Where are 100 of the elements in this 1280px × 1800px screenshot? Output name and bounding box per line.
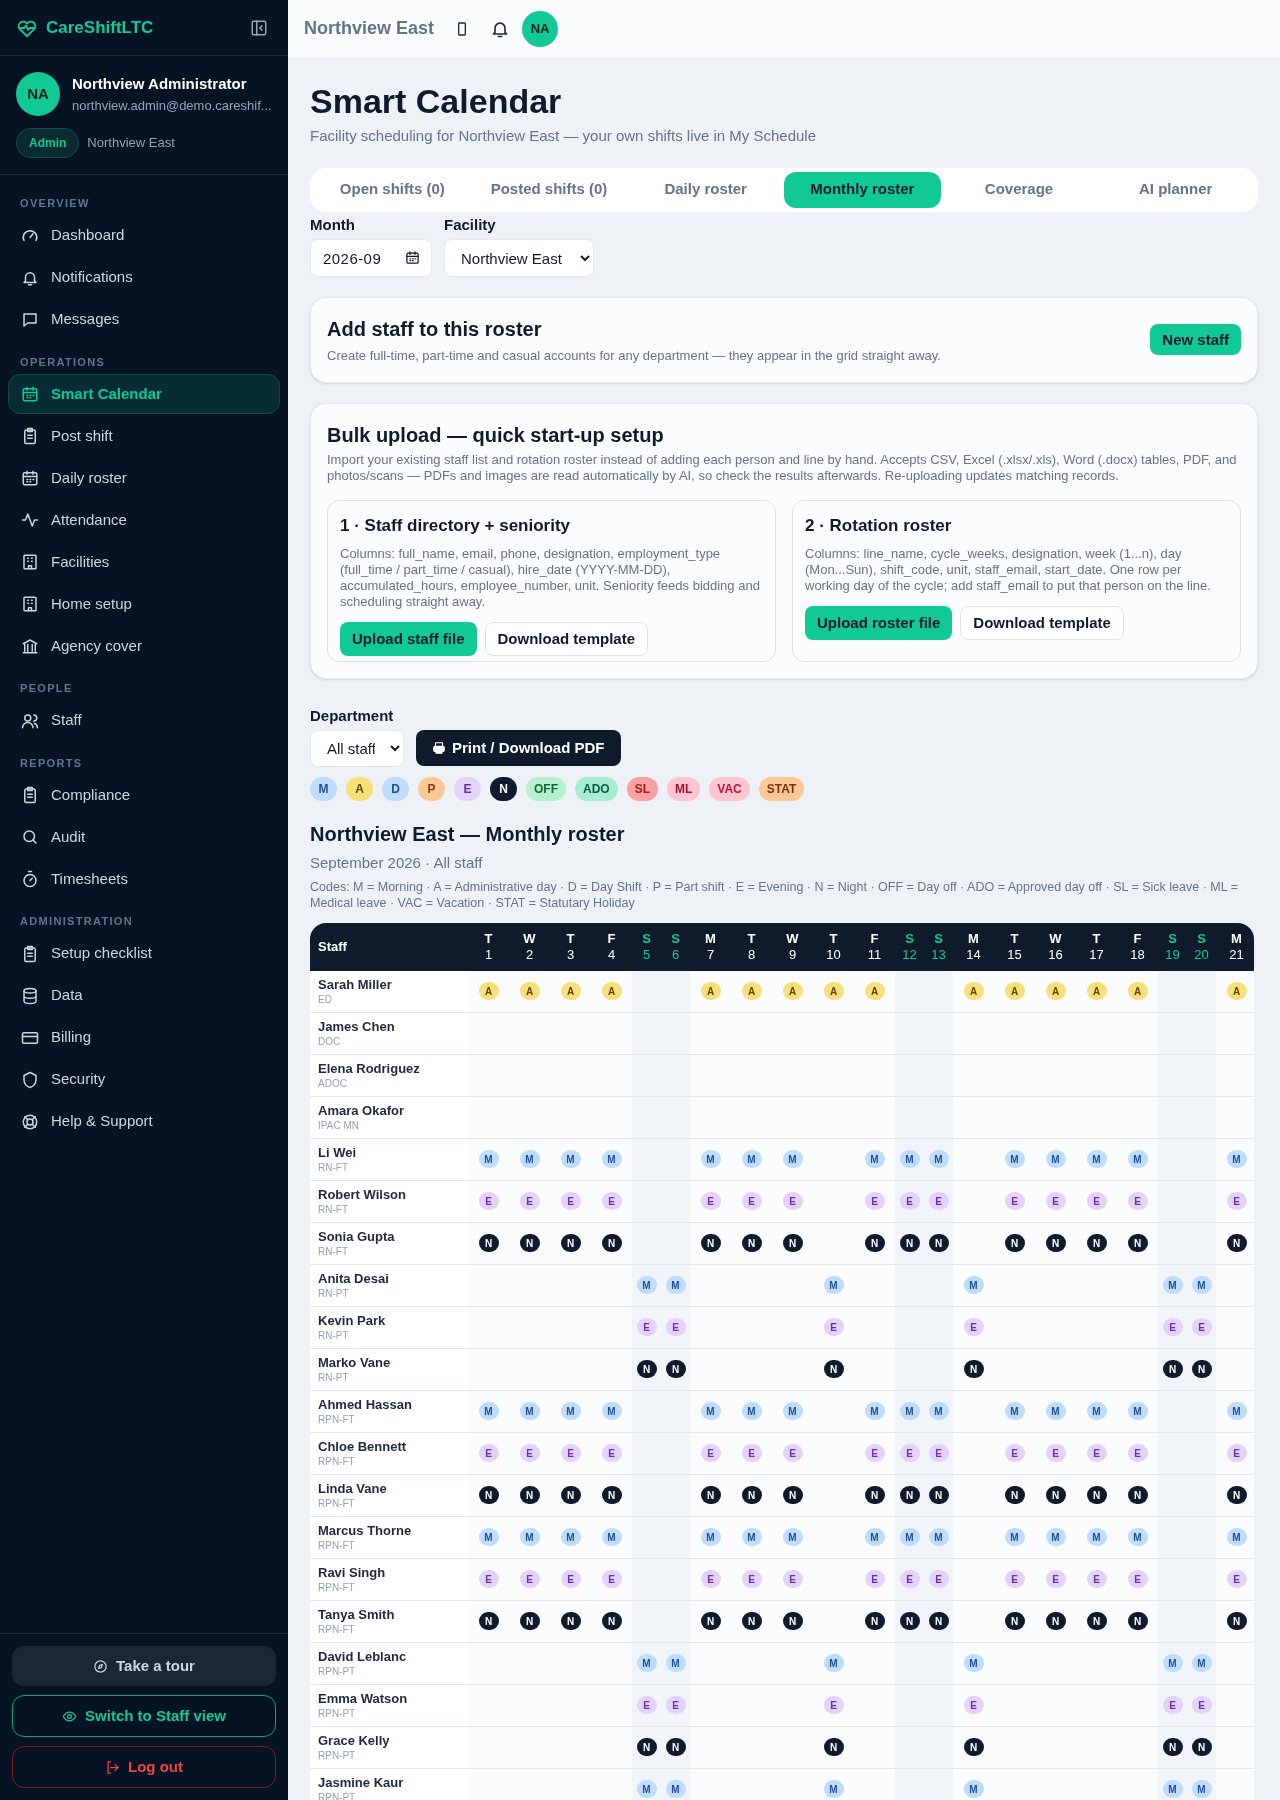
shift-badge[interactable]: E bbox=[928, 1444, 949, 1462]
shift-badge[interactable]: N bbox=[741, 1612, 762, 1630]
shift-badge[interactable]: M bbox=[700, 1402, 721, 1420]
shift-badge[interactable]: N bbox=[782, 1486, 803, 1504]
upload-button[interactable]: Upload staff file bbox=[340, 622, 477, 656]
shift-badge[interactable]: A bbox=[864, 982, 885, 1000]
print-button[interactable]: Print / Download PDF bbox=[416, 730, 621, 766]
shift-badge[interactable]: E bbox=[864, 1444, 885, 1462]
nav-item[interactable]: Home setup bbox=[8, 584, 280, 624]
shift-badge[interactable]: N bbox=[1226, 1612, 1247, 1630]
shift-badge[interactable]: E bbox=[560, 1444, 581, 1462]
shift-badge[interactable]: M bbox=[782, 1528, 803, 1546]
shift-badge[interactable]: E bbox=[1191, 1318, 1212, 1336]
shift-badge[interactable]: M bbox=[823, 1276, 844, 1294]
shift-badge[interactable]: N bbox=[823, 1738, 844, 1756]
shift-badge[interactable]: N bbox=[928, 1486, 949, 1504]
tab[interactable]: Daily roster bbox=[627, 171, 784, 208]
shift-badge[interactable]: E bbox=[1004, 1570, 1025, 1588]
shift-badge[interactable]: E bbox=[864, 1192, 885, 1210]
shift-badge[interactable]: N bbox=[519, 1612, 540, 1630]
shift-badge[interactable]: N bbox=[1127, 1486, 1148, 1504]
shift-badge[interactable]: A bbox=[519, 982, 540, 1000]
shift-badge[interactable]: M bbox=[928, 1402, 949, 1420]
shift-badge[interactable]: E bbox=[1226, 1192, 1247, 1210]
shift-badge[interactable]: A bbox=[700, 982, 721, 1000]
shift-badge[interactable]: N bbox=[1045, 1612, 1066, 1630]
sidebar-toggle-icon[interactable] bbox=[250, 18, 268, 37]
shift-badge[interactable]: M bbox=[1191, 1654, 1212, 1672]
shift-badge[interactable]: E bbox=[782, 1570, 803, 1588]
shift-badge[interactable]: N bbox=[1045, 1486, 1066, 1504]
legend-chip[interactable]: ADO bbox=[575, 777, 618, 801]
shift-badge[interactable]: M bbox=[1162, 1654, 1183, 1672]
logout-button[interactable]: Log out bbox=[12, 1746, 276, 1788]
shift-badge[interactable]: M bbox=[963, 1654, 984, 1672]
shift-badge[interactable]: N bbox=[823, 1360, 844, 1378]
shift-badge[interactable]: N bbox=[963, 1738, 984, 1756]
shift-badge[interactable]: N bbox=[864, 1486, 885, 1504]
nav-item[interactable]: Timesheets bbox=[8, 859, 280, 899]
shift-badge[interactable]: N bbox=[1127, 1234, 1148, 1252]
shift-badge[interactable]: N bbox=[560, 1234, 581, 1252]
shift-badge[interactable]: M bbox=[1086, 1402, 1107, 1420]
shift-badge[interactable]: N bbox=[601, 1486, 622, 1504]
legend-chip[interactable]: VAC bbox=[709, 777, 750, 801]
shift-badge[interactable]: N bbox=[519, 1234, 540, 1252]
shift-badge[interactable]: M bbox=[560, 1150, 581, 1168]
shift-badge[interactable]: A bbox=[1086, 982, 1107, 1000]
shift-badge[interactable]: E bbox=[823, 1318, 844, 1336]
shift-badge[interactable]: M bbox=[700, 1528, 721, 1546]
shift-badge[interactable]: A bbox=[1127, 982, 1148, 1000]
shift-badge[interactable]: E bbox=[601, 1570, 622, 1588]
shift-badge[interactable]: E bbox=[700, 1444, 721, 1462]
nav-item[interactable]: Security bbox=[8, 1059, 280, 1100]
shift-badge[interactable]: E bbox=[1162, 1318, 1183, 1336]
shift-badge[interactable]: E bbox=[700, 1570, 721, 1588]
shift-badge[interactable]: E bbox=[1045, 1192, 1066, 1210]
legend-chip[interactable]: SL bbox=[626, 777, 658, 801]
shift-badge[interactable]: M bbox=[636, 1780, 657, 1798]
shift-badge[interactable]: M bbox=[560, 1528, 581, 1546]
shift-badge[interactable]: M bbox=[519, 1402, 540, 1420]
shift-badge[interactable]: N bbox=[700, 1612, 721, 1630]
shift-badge[interactable]: N bbox=[1127, 1612, 1148, 1630]
shift-badge[interactable]: E bbox=[1086, 1570, 1107, 1588]
shift-badge[interactable]: E bbox=[864, 1570, 885, 1588]
tab[interactable]: Coverage bbox=[940, 171, 1098, 208]
shift-badge[interactable]: M bbox=[665, 1654, 686, 1672]
shift-badge[interactable]: M bbox=[782, 1150, 803, 1168]
shift-badge[interactable]: M bbox=[478, 1150, 499, 1168]
shift-badge[interactable]: N bbox=[519, 1486, 540, 1504]
legend-chip[interactable]: A bbox=[346, 777, 373, 801]
tab[interactable]: Open shifts (0) bbox=[314, 171, 471, 208]
nav-item[interactable]: Staff bbox=[8, 700, 280, 741]
shift-badge[interactable]: M bbox=[963, 1276, 984, 1294]
nav-item[interactable]: Help & Support bbox=[8, 1101, 280, 1142]
nav-item[interactable]: Attendance bbox=[8, 500, 280, 540]
legend-chip[interactable]: P bbox=[418, 777, 445, 801]
shift-badge[interactable]: M bbox=[963, 1780, 984, 1798]
shift-badge[interactable]: M bbox=[1191, 1780, 1212, 1798]
nav-item[interactable]: Agency cover bbox=[8, 626, 280, 666]
legend-chip[interactable]: ML bbox=[667, 777, 701, 801]
shift-badge[interactable]: A bbox=[1045, 982, 1066, 1000]
shift-badge[interactable]: A bbox=[782, 982, 803, 1000]
shift-badge[interactable]: M bbox=[519, 1528, 540, 1546]
shift-badge[interactable]: M bbox=[1045, 1528, 1066, 1546]
shift-badge[interactable]: M bbox=[636, 1654, 657, 1672]
shift-badge[interactable]: M bbox=[1226, 1150, 1247, 1168]
shift-badge[interactable]: A bbox=[823, 982, 844, 1000]
shift-badge[interactable]: N bbox=[963, 1360, 984, 1378]
shift-badge[interactable]: M bbox=[864, 1150, 885, 1168]
shift-badge[interactable]: M bbox=[928, 1150, 949, 1168]
shift-badge[interactable]: A bbox=[478, 982, 499, 1000]
shift-badge[interactable]: N bbox=[1004, 1234, 1025, 1252]
shift-badge[interactable]: M bbox=[1191, 1276, 1212, 1294]
shift-badge[interactable]: M bbox=[1004, 1528, 1025, 1546]
shift-badge[interactable]: M bbox=[478, 1402, 499, 1420]
shift-badge[interactable]: N bbox=[560, 1486, 581, 1504]
shift-badge[interactable]: N bbox=[899, 1486, 920, 1504]
shift-badge[interactable]: E bbox=[560, 1570, 581, 1588]
shift-badge[interactable]: E bbox=[782, 1192, 803, 1210]
month-field[interactable]: 2026-09 bbox=[310, 239, 432, 277]
shift-badge[interactable]: M bbox=[665, 1780, 686, 1798]
